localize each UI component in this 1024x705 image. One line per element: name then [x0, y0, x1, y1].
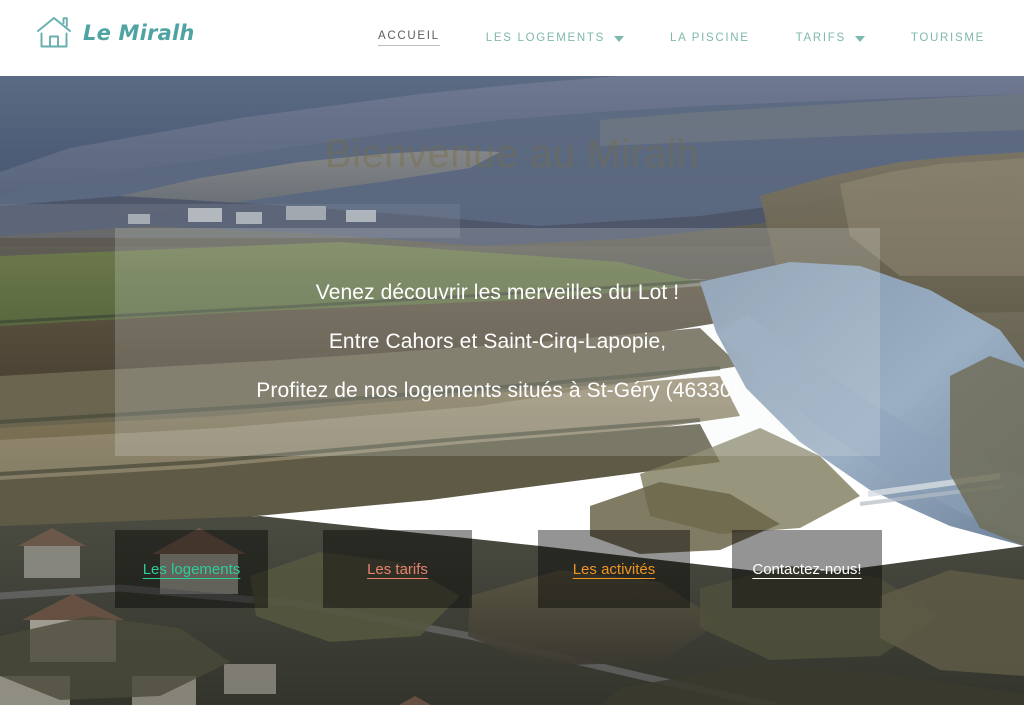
hero-line-3: Profitez de nos logements situés à St-Gé…: [256, 379, 739, 402]
hero-heading: Bienvenue au Miralh: [324, 132, 700, 176]
cta-link-les-tarifs[interactable]: Les tarifs: [367, 561, 428, 578]
nav-item-tourisme[interactable]: TOURISME: [888, 0, 1008, 76]
hero-line-1: Venez découvrir les merveilles du Lot !: [315, 281, 680, 304]
cta-row: Les logements Les tarifs Les activités C…: [0, 530, 1024, 610]
site-header: Le Miralh ACCUEIL LES LOGEMENTS LA PISCI…: [0, 0, 1024, 76]
cta-link-contactez-nous[interactable]: Contactez-nous!: [752, 561, 861, 578]
hero-line-2: Entre Cahors et Saint-Cirq-Lapopie,: [328, 330, 667, 353]
cta-box-contactez-nous[interactable]: Contactez-nous!: [732, 530, 882, 608]
brand-name: Le Miralh: [83, 21, 195, 45]
nav-item-label: LA PISCINE: [670, 32, 750, 44]
house-icon: [34, 13, 74, 53]
hero-text-panel: Venez découvrir les merveilles du Lot ! …: [115, 228, 880, 456]
nav-item-label: LES LOGEMENTS: [485, 32, 605, 44]
nav-item-label: TARIFS: [795, 32, 846, 44]
cta-link-les-activites[interactable]: Les activités: [573, 561, 656, 578]
cta-box-les-tarifs[interactable]: Les tarifs: [323, 530, 472, 608]
cta-link-les-logements[interactable]: Les logements: [143, 561, 241, 578]
nav-item-les-logements[interactable]: LES LOGEMENTS: [463, 0, 647, 76]
nav-item-label: ACCUEIL: [378, 30, 440, 46]
cta-box-les-activites[interactable]: Les activités: [538, 530, 690, 608]
nav-item-contact[interactable]: CONTACT: [1008, 0, 1024, 76]
chevron-down-icon: [854, 35, 865, 42]
nav-item-accueil[interactable]: ACCUEIL: [378, 0, 463, 76]
hero-section: Bienvenue au Miralh Venez découvrir les …: [0, 76, 1024, 705]
nav-item-label: TOURISME: [910, 32, 985, 44]
main-nav: ACCUEIL LES LOGEMENTS LA PISCINE TARIFS …: [378, 0, 1024, 76]
brand-logo-link[interactable]: Le Miralh: [34, 13, 195, 53]
nav-item-tarifs[interactable]: TARIFS: [773, 0, 888, 76]
cta-box-les-logements[interactable]: Les logements: [115, 530, 268, 608]
chevron-down-icon: [614, 35, 624, 42]
page-root: Le Miralh ACCUEIL LES LOGEMENTS LA PISCI…: [0, 0, 1024, 705]
nav-item-la-piscine[interactable]: LA PISCINE: [647, 0, 773, 76]
